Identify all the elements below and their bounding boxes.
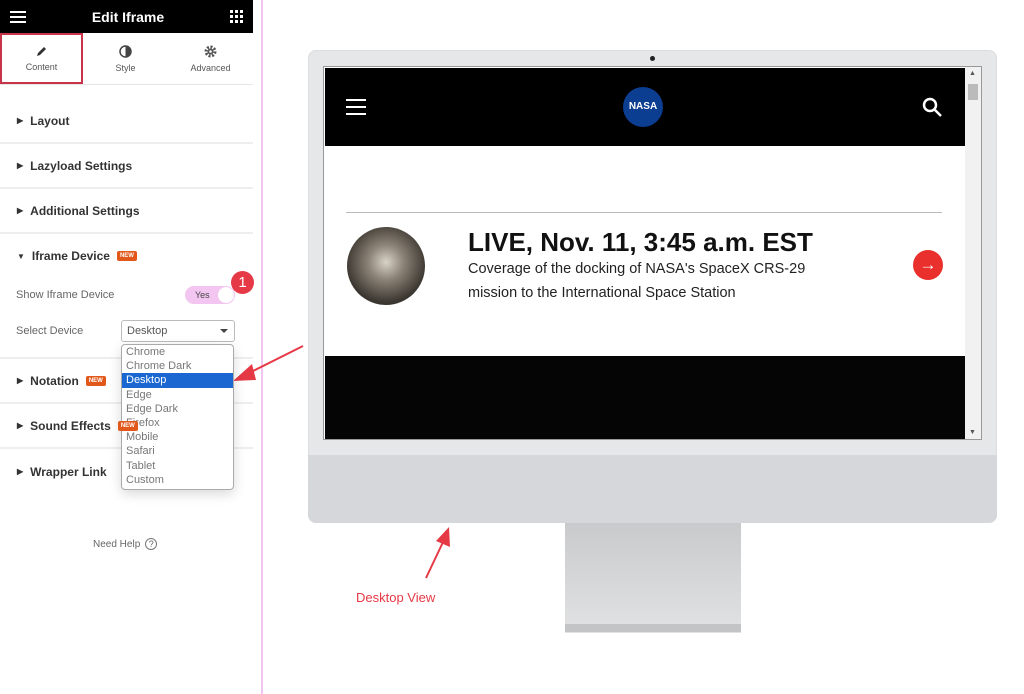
option-tablet[interactable]: Tablet <box>122 459 233 473</box>
new-badge: NEW <box>117 420 138 431</box>
desktop-view-annotation: Desktop View <box>356 590 436 605</box>
option-edge[interactable]: Edge <box>122 388 233 402</box>
option-edge-dark[interactable]: Edge Dark <box>122 402 233 416</box>
arrow-to-desktop-option <box>233 345 304 381</box>
option-chrome[interactable]: Chrome <box>122 345 233 359</box>
arrow-to-monitor <box>425 527 450 579</box>
option-safari[interactable]: Safari <box>122 444 233 458</box>
device-options-list: Chrome Chrome Dark Desktop Edge Edge Dar… <box>121 344 234 491</box>
option-custom[interactable]: Custom <box>122 473 233 487</box>
option-desktop[interactable]: Desktop <box>122 373 233 388</box>
option-firefox[interactable]: Firefox <box>122 416 233 430</box>
option-chrome-dark[interactable]: Chrome Dark <box>122 359 233 373</box>
option-mobile[interactable]: Mobile <box>122 430 233 444</box>
